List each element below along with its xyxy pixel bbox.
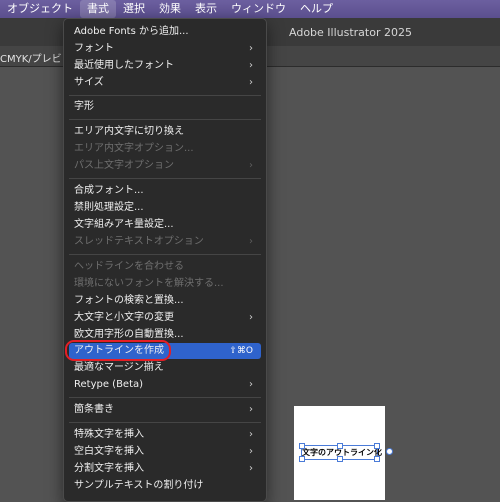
menu-item-retype-beta[interactable]: Retype (Beta) ›	[69, 377, 261, 393]
selection-handle[interactable]	[299, 456, 305, 462]
menubar-item-view[interactable]: 表示	[188, 0, 224, 18]
menu-item-insert-whitespace[interactable]: 空白文字を挿入 ›	[69, 444, 261, 460]
menu-separator	[69, 254, 261, 255]
menu-item-insert-break[interactable]: 分割文字を挿入 ›	[69, 461, 261, 477]
selection-handle[interactable]	[337, 443, 343, 449]
menu-item-resolve-missing-fonts: 環境にないフォントを解決する...	[74, 278, 224, 289]
menubar-item-effect[interactable]: 効果	[152, 0, 188, 18]
menu-item-fill-placeholder-text[interactable]: サンプルテキストの割り付け	[69, 478, 261, 494]
chevron-right-icon: ›	[249, 463, 253, 474]
selection-handle[interactable]	[374, 456, 380, 462]
type-menu-dropdown: Adobe Fonts から追加... フォント › 最近使用したフォント › …	[63, 18, 267, 502]
menu-item-composite-fonts[interactable]: 合成フォント...	[69, 183, 261, 199]
menu-item-insert-special-character[interactable]: 特殊文字を挿入 ›	[69, 427, 261, 443]
chevron-right-icon: ›	[249, 160, 253, 171]
chevron-right-icon: ›	[249, 312, 253, 323]
selection-handle[interactable]	[337, 456, 343, 462]
highlight-callout	[65, 340, 171, 361]
text-thread-port[interactable]	[386, 448, 393, 455]
menu-item-font[interactable]: フォント ›	[69, 41, 261, 57]
menu-separator	[69, 422, 261, 423]
app-title: Adobe Illustrator 2025	[289, 26, 412, 39]
menubar-item-select[interactable]: 選択	[116, 0, 152, 18]
menu-item-area-type-options: エリア内文字オプション...	[74, 143, 194, 154]
menu-item-fit-headline: ヘッドラインを合わせる	[74, 261, 184, 272]
menu-item-threaded-text-options: スレッドテキストオプション ›	[69, 234, 261, 250]
menu-item-type-on-path-options: パス上文字オプション ›	[69, 158, 261, 174]
menubar-item-type[interactable]: 書式	[80, 0, 116, 18]
menubar-item-object[interactable]: オブジェクト	[0, 0, 80, 18]
menu-separator	[69, 95, 261, 96]
chevron-right-icon: ›	[249, 43, 253, 54]
menu-bar: オブジェクト 書式 選択 効果 表示 ウィンドウ ヘルプ	[0, 0, 500, 18]
menu-item-mojikumi-settings[interactable]: 文字組みアキ量設定...	[69, 217, 261, 233]
selection-handle[interactable]	[374, 443, 380, 449]
menu-item-convert-to-area-type[interactable]: エリア内文字に切り換え	[69, 124, 261, 140]
shortcut-label: ⇧⌘O	[229, 346, 253, 356]
chevron-right-icon: ›	[249, 429, 253, 440]
menubar-item-window[interactable]: ウィンドウ	[224, 0, 293, 18]
menu-item-add-adobe-fonts[interactable]: Adobe Fonts から追加...	[69, 24, 261, 40]
chevron-right-icon: ›	[249, 77, 253, 88]
chevron-right-icon: ›	[249, 404, 253, 415]
menu-separator	[69, 119, 261, 120]
menu-item-recent-fonts[interactable]: 最近使用したフォント ›	[69, 58, 261, 74]
chevron-right-icon: ›	[249, 236, 253, 247]
menubar-item-help[interactable]: ヘルプ	[293, 0, 340, 18]
selection-handle[interactable]	[299, 443, 305, 449]
chevron-right-icon: ›	[249, 379, 253, 390]
menu-item-bullets[interactable]: 箇条書き ›	[69, 402, 261, 418]
menu-item-optical-margin-alignment[interactable]: 最適なマージン揃え	[69, 360, 261, 376]
menu-separator	[69, 178, 261, 179]
menu-item-find-replace-font[interactable]: フォントの検索と置換...	[69, 293, 261, 309]
menu-item-kinsoku-settings[interactable]: 禁則処理設定...	[69, 200, 261, 216]
menu-separator	[69, 397, 261, 398]
menu-item-size[interactable]: サイズ ›	[69, 75, 261, 91]
menu-item-change-case[interactable]: 大文字と小文字の変更 ›	[69, 310, 261, 326]
chevron-right-icon: ›	[249, 60, 253, 71]
chevron-right-icon: ›	[249, 446, 253, 457]
menu-item-glyphs[interactable]: 字形	[69, 99, 261, 115]
